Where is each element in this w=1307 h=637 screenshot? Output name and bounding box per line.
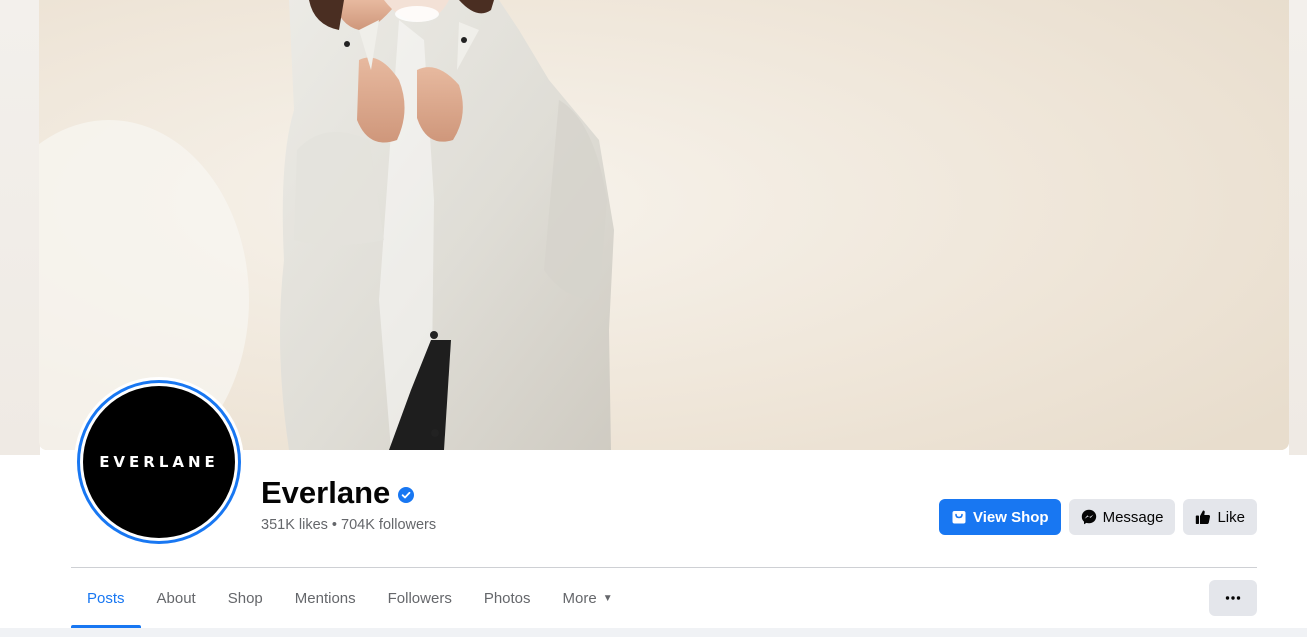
- cover-background-right: [1289, 0, 1307, 455]
- ellipsis-icon: [1225, 596, 1241, 600]
- tab-more[interactable]: More ▼: [547, 568, 629, 628]
- cover-photo[interactable]: [39, 0, 1289, 450]
- cover-background-left: [0, 0, 40, 455]
- shop-bag-icon: [952, 511, 966, 524]
- tab-posts[interactable]: Posts: [71, 568, 141, 628]
- tab-about[interactable]: About: [141, 568, 212, 628]
- page-actions: View Shop Message Like: [939, 499, 1257, 535]
- cover-photo-illustration: [39, 0, 1289, 450]
- avatar-logo-text: EVERLANE: [99, 453, 219, 471]
- tab-shop[interactable]: Shop: [212, 568, 279, 628]
- avatar-story-ring: EVERLANE: [77, 380, 241, 544]
- feed-background-strip: [0, 628, 1307, 637]
- tab-about-label: About: [156, 589, 196, 607]
- page-title[interactable]: Everlane: [261, 474, 390, 512]
- avatar-logo-circle: EVERLANE: [83, 386, 235, 538]
- caret-down-icon: ▼: [602, 592, 613, 604]
- like-label: Like: [1217, 508, 1245, 526]
- profile-avatar[interactable]: EVERLANE: [74, 377, 244, 547]
- tab-posts-label: Posts: [87, 589, 125, 607]
- avatar-gap: EVERLANE: [80, 383, 238, 541]
- page-title-row: Everlane: [261, 474, 415, 512]
- view-shop-button[interactable]: View Shop: [939, 499, 1061, 535]
- view-shop-label: View Shop: [973, 508, 1049, 526]
- tab-photos[interactable]: Photos: [468, 568, 547, 628]
- thumbs-up-icon: [1196, 510, 1211, 524]
- verified-badge-icon[interactable]: [398, 487, 415, 503]
- page-header: EVERLANE Everlane 351K likes • 704K foll…: [0, 0, 1307, 637]
- message-button[interactable]: Message: [1068, 499, 1176, 535]
- message-label: Message: [1102, 508, 1164, 526]
- tab-followers-label: Followers: [387, 589, 452, 607]
- tab-followers[interactable]: Followers: [372, 568, 468, 628]
- tab-photos-label: Photos: [483, 589, 531, 607]
- more-options-button[interactable]: [1209, 580, 1257, 616]
- tab-mentions[interactable]: Mentions: [279, 568, 372, 628]
- like-button[interactable]: Like: [1183, 499, 1257, 535]
- tab-mentions-label: Mentions: [294, 589, 356, 607]
- messenger-icon: [1081, 509, 1096, 525]
- page-stats[interactable]: 351K likes • 704K followers: [261, 517, 436, 533]
- tab-more-label: More: [562, 589, 597, 607]
- tab-shop-label: Shop: [227, 589, 263, 607]
- page-tabs: Posts About Shop Mentions Followers Phot…: [71, 568, 629, 628]
